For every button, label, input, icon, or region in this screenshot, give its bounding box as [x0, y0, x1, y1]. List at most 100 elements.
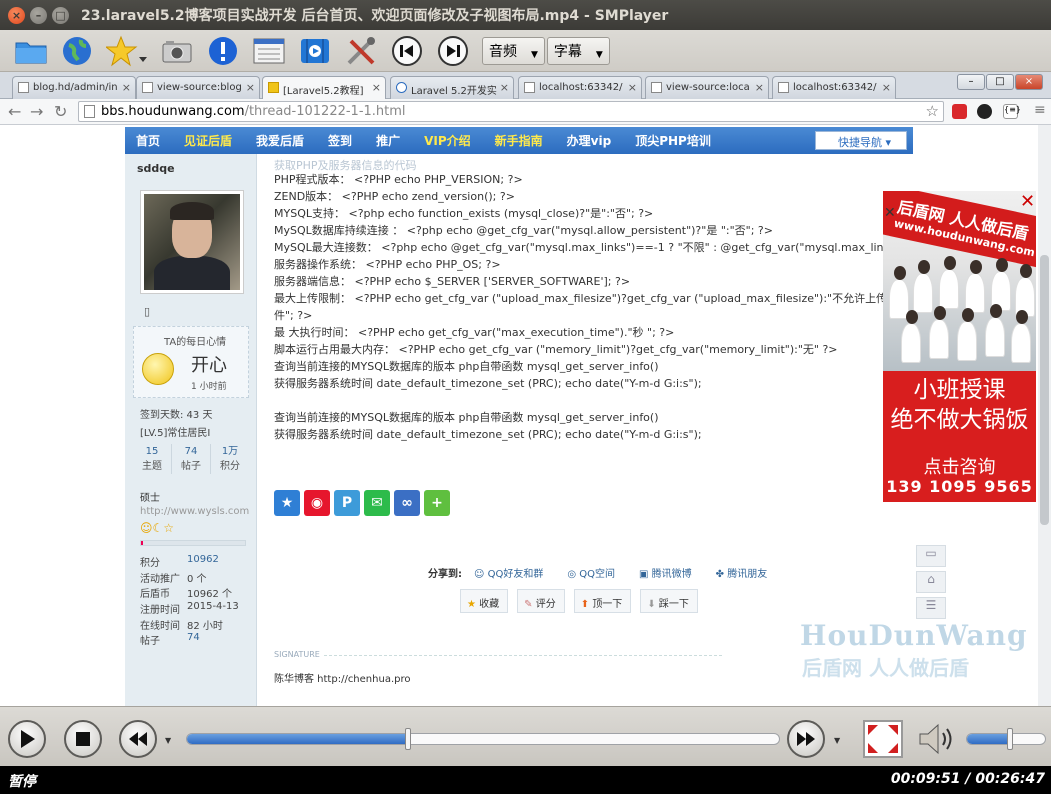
user-level[interactable]: [LV.5]常住居民I [140, 424, 210, 439]
page-icon [778, 82, 789, 93]
info-value[interactable]: 74 [187, 632, 200, 643]
address-bar[interactable]: bbs.houdunwang.com/thread-101222-1-1.htm… [78, 101, 944, 122]
stat-points[interactable]: 1万 积分 [211, 444, 249, 474]
renren-share-icon[interactable]: ∞ [394, 490, 420, 516]
playlist-icon[interactable] [252, 34, 286, 68]
stat-posts[interactable]: 74 帖子 [172, 444, 211, 474]
signature-text[interactable]: 陈华博客 http://chenhua.pro [274, 670, 410, 685]
close-icon[interactable]: × [246, 81, 255, 94]
share-qzone[interactable]: ◎ QQ空间 [567, 565, 627, 580]
chevron-down-icon[interactable]: ▼ [165, 736, 171, 745]
share-tencent-weibo[interactable]: ▣ 腾讯微博 [639, 565, 704, 580]
forum-nav-item[interactable]: 推广 [376, 132, 400, 149]
menu-icon[interactable]: ≡ [1034, 102, 1046, 118]
forum-nav-item[interactable]: 见证后盾 [184, 132, 232, 149]
share-tencent-pengyou[interactable]: ✤ 腾讯朋友 [716, 565, 780, 580]
wechat-share-icon[interactable]: ✉ [364, 490, 390, 516]
comment-icon[interactable]: ▭ [916, 545, 946, 567]
forward-button[interactable] [787, 720, 825, 758]
bookmark-star-icon[interactable]: ☆ [926, 102, 939, 120]
folder-icon[interactable] [14, 34, 48, 68]
browser-tab[interactable]: blog.hd/admin/in × [12, 76, 136, 99]
back-icon[interactable]: ← [8, 102, 21, 121]
browser-tab[interactable]: localhost:63342/ × [772, 76, 896, 99]
browser-tab[interactable]: localhost:63342/ × [518, 76, 642, 99]
stop-button[interactable] [64, 720, 102, 758]
window-maximize-button[interactable]: □ [52, 6, 69, 24]
forum-nav-item[interactable]: 新手指南 [495, 132, 543, 149]
forum-nav-item[interactable]: 签到 [328, 132, 352, 149]
browser-tab[interactable]: Laravel 5.2开发实 × [390, 76, 514, 99]
forward-icon[interactable]: → [30, 102, 43, 121]
audio-dropdown[interactable]: 音频 ▼ [482, 36, 545, 65]
close-icon[interactable]: × [122, 81, 131, 94]
previous-icon[interactable] [390, 34, 424, 68]
close-icon[interactable]: × [500, 81, 509, 94]
browser-maximize-button[interactable]: □ [986, 74, 1014, 90]
stat-topics[interactable]: 15 主题 [133, 444, 172, 474]
back-to-top-icon[interactable]: ⌂ [916, 571, 946, 593]
forum-nav-item[interactable]: 我爱后盾 [256, 132, 304, 149]
close-icon[interactable]: × [628, 81, 637, 94]
forum-nav-item[interactable]: 办理vip [567, 132, 612, 149]
volume-handle[interactable] [1007, 728, 1013, 750]
avatar[interactable] [140, 190, 244, 294]
scrollbar-thumb[interactable] [1040, 255, 1049, 525]
forum-nav-item[interactable]: VIP介绍 [424, 132, 471, 149]
info-value[interactable]: 10962 [187, 554, 219, 565]
video-settings-icon[interactable] [298, 34, 332, 68]
next-icon[interactable] [436, 34, 470, 68]
more-share-icon[interactable]: + [424, 490, 450, 516]
extension-icon[interactable] [977, 104, 992, 119]
reload-icon[interactable]: ↻ [54, 102, 67, 121]
user-rank: 硕士 [140, 493, 160, 504]
favorites-icon[interactable] [106, 34, 148, 68]
fullscreen-button[interactable] [863, 720, 903, 758]
window-minimize-button[interactable]: – [30, 6, 47, 24]
tools-icon[interactable] [344, 34, 378, 68]
browser-tab[interactable]: view-source:blog × [136, 76, 260, 99]
browser-tab[interactable]: view-source:loca × [645, 76, 769, 99]
video-area[interactable]: blog.hd/admin/in × view-source:blog × [L… [0, 72, 1051, 706]
share-qq-friends[interactable]: ☺ QQ好友和群 [474, 565, 555, 580]
rate-button[interactable]: ✎ 评分 [517, 589, 565, 613]
rewind-button[interactable] [119, 720, 157, 758]
browser-close-button[interactable]: × [1015, 74, 1043, 90]
close-icon[interactable]: × [755, 81, 764, 94]
list-icon[interactable]: ☰ [916, 597, 946, 619]
close-icon[interactable]: × [882, 81, 891, 94]
close-icon[interactable]: ✕ [884, 205, 896, 221]
browser-minimize-button[interactable]: – [957, 74, 985, 90]
screenshot-icon[interactable] [160, 34, 194, 68]
downvote-button[interactable]: ⬇ 踩一下 [640, 589, 698, 613]
tencent-weibo-share-icon[interactable]: P [334, 490, 360, 516]
page-scrollbar[interactable] [1038, 125, 1051, 706]
forum-nav-item[interactable]: 顶尖PHP培训 [635, 132, 711, 149]
ad-consult[interactable]: 点击咨询 [883, 453, 1036, 479]
globe-icon[interactable] [60, 34, 94, 68]
ad-close-icon[interactable]: ✕ [1020, 191, 1035, 212]
stat-label: 主题 [142, 461, 162, 472]
favorite-button[interactable]: ★ 收藏 [460, 589, 509, 613]
window-close-button[interactable]: × [8, 6, 25, 24]
play-button[interactable] [8, 720, 46, 758]
volume-slider[interactable] [966, 733, 1046, 745]
qzone-share-icon[interactable]: ★ [274, 490, 300, 516]
close-icon[interactable]: × [372, 81, 381, 94]
seek-handle[interactable] [404, 728, 411, 750]
info-icon[interactable] [206, 34, 240, 68]
quick-nav-dropdown[interactable]: 快捷导航 ▾ [815, 131, 907, 150]
subtitle-dropdown[interactable]: 字幕 ▼ [546, 36, 610, 65]
ad-banner[interactable]: 后盾网 人人做后盾 www.houdunwang.com 小班授课 绝不做大锅饭 点… [883, 191, 1036, 502]
user-site[interactable]: http://www.wysls.com [140, 506, 249, 517]
chevron-down-icon[interactable]: ▼ [834, 736, 840, 745]
username[interactable]: sddqe [137, 162, 175, 175]
upvote-button[interactable]: ⬆ 顶一下 [573, 589, 632, 613]
weibo-share-icon[interactable]: ◉ [304, 490, 330, 516]
extension-icon[interactable] [952, 104, 967, 119]
volume-icon[interactable] [916, 721, 956, 761]
seek-bar[interactable] [186, 733, 780, 745]
forum-nav-item[interactable]: 首页 [136, 132, 160, 149]
extension-icon[interactable]: {≡} [1003, 104, 1021, 119]
browser-tab-active[interactable]: [Laravel5.2教程] × [262, 76, 386, 99]
